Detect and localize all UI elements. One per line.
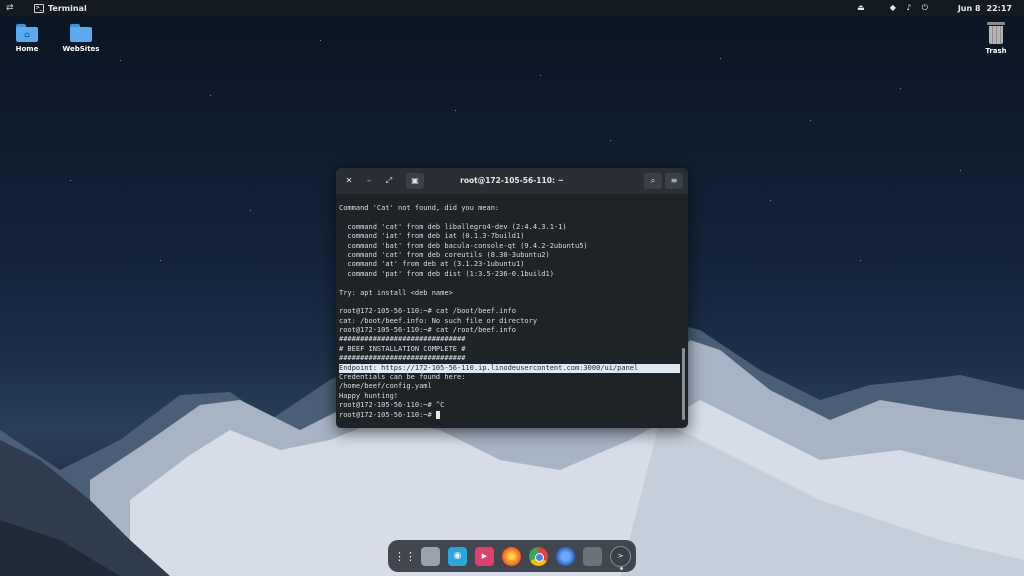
volume-icon[interactable]: ♪: [904, 3, 914, 13]
desktop-icon-label: Trash: [985, 47, 1007, 55]
eject-icon[interactable]: ⏏: [856, 3, 866, 13]
app-grid-icon[interactable]: ⋮⋮: [394, 547, 416, 566]
terminal-line: cat: /boot/beef.info: No such file or di…: [339, 316, 538, 325]
activities-icon[interactable]: ⇄: [6, 3, 20, 13]
folder-icon: [70, 24, 92, 42]
terminal-line: command 'pat' from deb dist (1:3.5-236-0…: [339, 269, 554, 278]
chrome-icon[interactable]: [529, 546, 548, 566]
trash-icon: [987, 22, 1005, 44]
desktop-icon-label: WebSites: [62, 45, 100, 53]
search-icon[interactable]: ⌕: [644, 173, 662, 189]
files-icon[interactable]: [421, 546, 440, 566]
text-editor-icon[interactable]: [583, 546, 602, 566]
window-title: root@172-105-56-110: ~: [460, 176, 564, 185]
desktop-trash[interactable]: Trash: [972, 22, 1020, 55]
media-icon[interactable]: ▶: [475, 546, 494, 566]
chromium-icon[interactable]: [556, 546, 575, 566]
terminal-line: # BEEF INSTALLATION COMPLETE #: [339, 344, 466, 353]
clock-time[interactable]: 22:17: [987, 4, 1012, 13]
home-folder-icon: ⌂: [16, 24, 38, 42]
dock: ⋮⋮ ◉ ▶ >: [388, 540, 636, 572]
top-panel: ⇄ >_ Terminal ⏏ ◆ ♪ ⏻ Jun 8 22:17: [0, 0, 1024, 16]
app-menu[interactable]: >_ Terminal: [34, 3, 87, 13]
text-cursor: [435, 410, 440, 419]
camera-icon[interactable]: ◉: [448, 546, 467, 566]
terminal-line: command 'bat' from deb bacula-console-qt…: [339, 241, 588, 250]
terminal-line: root@172-105-56-110:~#: [339, 410, 688, 420]
terminal-line: command 'iat' from deb iat (0.1.3-7build…: [339, 232, 525, 241]
terminal-headerbar[interactable]: ✕ – ⤢ ▣ root@172-105-56-110: ~ ⌕ ≡: [336, 168, 688, 194]
desktop-websites-folder[interactable]: WebSites: [57, 24, 105, 53]
terminal-line: Happy hunting!: [339, 391, 399, 400]
scrollbar[interactable]: [682, 348, 685, 420]
terminal-line: ##############################: [339, 335, 466, 344]
terminal-line: Credentials can be found here:: [339, 373, 466, 382]
terminal-output[interactable]: Command 'Cat' not found, did you mean: c…: [336, 194, 688, 428]
terminal-app-icon: >_: [34, 3, 44, 13]
power-icon[interactable]: ⏻: [920, 3, 930, 13]
terminal-line: Endpoint: https://172-105-56-110.ip.lino…: [339, 363, 680, 374]
terminal-window[interactable]: ✕ – ⤢ ▣ root@172-105-56-110: ~ ⌕ ≡ Comma…: [336, 168, 688, 428]
terminal-line: root@172-105-56-110:~# cat /root/beef.in…: [339, 326, 517, 335]
terminal-line: command 'at' from deb at (3.1.23-1ubuntu…: [339, 260, 525, 269]
terminal-line: Command 'Cat' not found, did you mean:: [339, 204, 500, 212]
terminal-line: Try: apt install <deb name>: [339, 288, 453, 297]
terminal-line: command 'cat' from deb coreutils (8.30-3…: [339, 250, 550, 259]
running-indicator: [620, 567, 623, 570]
desktop-icon-label: Home: [15, 45, 39, 53]
terminal-dock-icon[interactable]: >: [610, 545, 631, 567]
terminal-line: /home/beef/config.yaml: [339, 382, 432, 391]
clock-date[interactable]: Jun 8: [958, 4, 981, 13]
terminal-line: root@172-105-56-110:~# cat /boot/beef.in…: [339, 307, 517, 316]
app-menu-label: Terminal: [48, 3, 87, 13]
menu-icon[interactable]: ≡: [665, 173, 683, 189]
terminal-line: ##############################: [339, 354, 466, 363]
firefox-icon[interactable]: [502, 546, 521, 566]
wifi-icon[interactable]: ◆: [888, 3, 898, 13]
terminal-line: command 'cat' from deb liballegro4-dev (…: [339, 222, 567, 231]
desktop-home-folder[interactable]: ⌂ Home: [3, 24, 51, 53]
terminal-line: root@172-105-56-110:~# ^C: [339, 401, 445, 410]
